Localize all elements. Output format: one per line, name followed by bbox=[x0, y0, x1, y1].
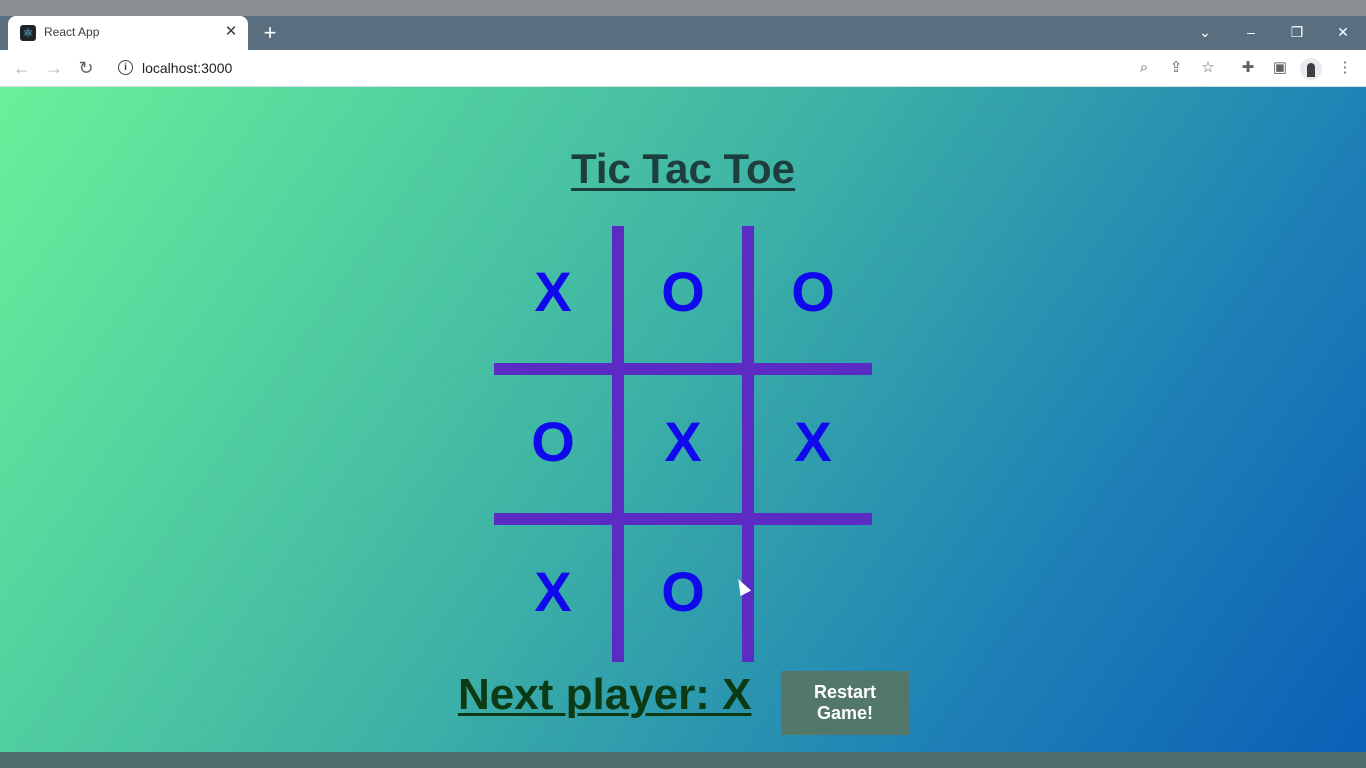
address-bar[interactable]: i localhost:3000 ⌕ ⇪ ☆ bbox=[108, 53, 1228, 83]
page-content: Tic Tac Toe X O O O X X X O Next player:… bbox=[0, 87, 1366, 752]
close-tab-icon[interactable]: ✕ bbox=[222, 23, 240, 41]
game-board: X O O O X X X O bbox=[494, 226, 872, 662]
restore-icon[interactable]: ❐ bbox=[1282, 20, 1312, 44]
close-window-icon[interactable]: ✕ bbox=[1328, 20, 1358, 44]
profile-avatar[interactable] bbox=[1300, 58, 1322, 80]
new-tab-icon[interactable]: + bbox=[258, 21, 282, 45]
screen-top-strip bbox=[0, 0, 1366, 16]
share-icon[interactable]: ⇪ bbox=[1164, 56, 1188, 80]
board-cell-3[interactable]: O bbox=[754, 226, 872, 356]
board-cell-9[interactable] bbox=[754, 526, 872, 656]
grid-line-vertical bbox=[742, 226, 754, 662]
grid-line-vertical bbox=[612, 226, 624, 662]
back-icon[interactable]: ← bbox=[10, 56, 34, 80]
extensions-icon[interactable]: ✚ bbox=[1236, 56, 1260, 80]
tab-react-app[interactable]: ⚛ React App ✕ bbox=[8, 16, 248, 50]
browser-toolbar: ← → ↻ i localhost:3000 ⌕ ⇪ ☆ ✚ ▣ ⋮ bbox=[0, 50, 1366, 87]
board-cell-7[interactable]: X bbox=[494, 526, 612, 656]
menu-icon[interactable]: ⋮ bbox=[1333, 56, 1357, 80]
board-cell-6[interactable]: X bbox=[754, 376, 872, 506]
next-player-status: Next player: X bbox=[458, 670, 752, 719]
react-logo-icon: ⚛ bbox=[20, 25, 36, 41]
site-info-icon[interactable]: i bbox=[118, 60, 133, 75]
bookmark-star-icon[interactable]: ☆ bbox=[1196, 56, 1220, 80]
url-text[interactable]: localhost:3000 bbox=[142, 60, 232, 76]
side-panel-icon[interactable]: ▣ bbox=[1268, 56, 1292, 80]
board-cell-1[interactable]: X bbox=[494, 226, 612, 356]
screen-bottom-strip bbox=[0, 752, 1366, 768]
game-title: Tic Tac Toe bbox=[570, 145, 796, 192]
minimize-icon[interactable]: – bbox=[1236, 20, 1266, 44]
reload-icon[interactable]: ↻ bbox=[74, 56, 98, 80]
board-cell-2[interactable]: O bbox=[624, 226, 742, 356]
zoom-icon[interactable]: ⌕ bbox=[1132, 56, 1156, 80]
forward-icon[interactable]: → bbox=[42, 56, 66, 80]
restart-game-button[interactable]: Restart Game! bbox=[781, 671, 909, 735]
tab-search-icon[interactable]: ⌄ bbox=[1190, 20, 1220, 44]
board-cell-5[interactable]: X bbox=[624, 376, 742, 506]
board-cell-4[interactable]: O bbox=[494, 376, 612, 506]
board-cell-8[interactable]: O bbox=[624, 526, 742, 656]
tab-bar: ⚛ React App ✕ + ⌄ – ❐ ✕ bbox=[0, 16, 1366, 50]
tab-title: React App bbox=[44, 25, 100, 39]
grid-line-horizontal bbox=[494, 513, 872, 525]
grid-line-horizontal bbox=[494, 363, 872, 375]
